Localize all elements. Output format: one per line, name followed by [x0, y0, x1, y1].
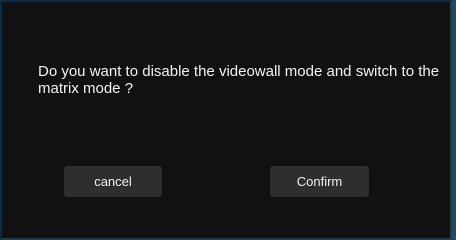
window-edge: [452, 0, 456, 240]
confirm-button[interactable]: Confirm: [270, 166, 369, 197]
cancel-button[interactable]: cancel: [64, 166, 162, 197]
dialog-message: Do you want to disable the videowall mod…: [38, 63, 440, 97]
confirm-dialog: Do you want to disable the videowall mod…: [0, 0, 452, 240]
